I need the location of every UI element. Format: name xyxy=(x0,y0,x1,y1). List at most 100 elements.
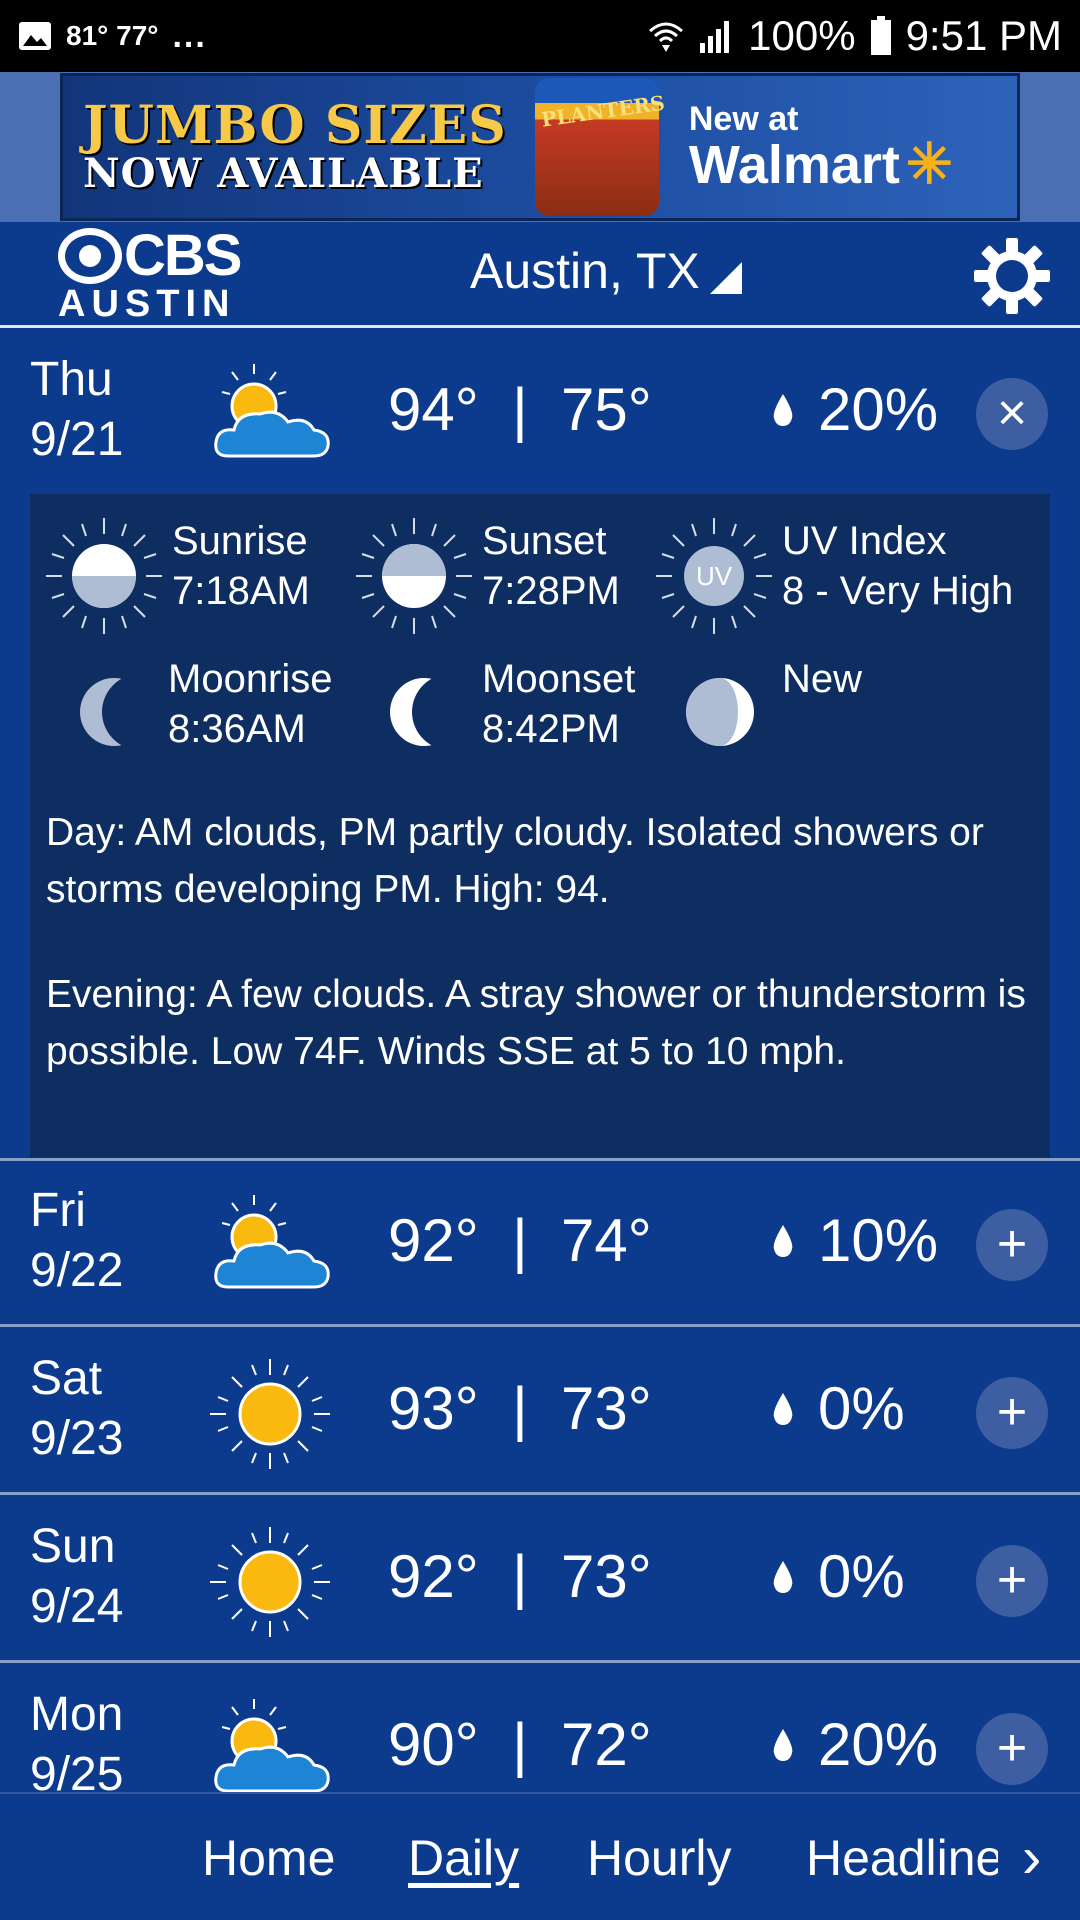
high-temp: 92° xyxy=(388,1207,479,1274)
day-row[interactable]: Thu 9/21 94° | 75° 20% × xyxy=(0,330,1080,494)
precip-chance: 10% xyxy=(818,1207,939,1274)
signal-icon xyxy=(700,21,730,53)
day-date: 9/23 xyxy=(30,1412,124,1465)
partly-cloudy-icon xyxy=(214,364,330,458)
wifi-icon xyxy=(649,22,684,52)
battery-percent: 100% xyxy=(748,12,856,59)
expand-button[interactable]: + xyxy=(976,1209,1048,1281)
moonrise-time: 8:36AM xyxy=(168,707,306,751)
moonset-label: Moonset xyxy=(482,657,636,701)
status-temps: 81° 77° xyxy=(66,20,159,51)
day-label: Sat 9/23 xyxy=(30,1349,123,1469)
high-temp: 93° xyxy=(388,1375,479,1442)
day-date: 9/22 xyxy=(30,1244,124,1297)
sunset-time: 7:28PM xyxy=(482,569,620,613)
day-row[interactable]: Fri 9/22 92° | 74° 10% + xyxy=(0,1161,1080,1327)
ad-headline: JUMBO SIZES xyxy=(83,94,507,156)
day-date: 9/24 xyxy=(30,1580,124,1633)
temperature-range: 92° | 74° xyxy=(388,1205,652,1277)
day-of-week: Sat xyxy=(30,1352,103,1405)
day-label: Mon 9/25 xyxy=(30,1685,123,1805)
precip-chance: 20% xyxy=(818,1711,939,1778)
walmart-spark-icon: ✳ xyxy=(905,132,953,195)
temperature-range: 92° | 73° xyxy=(388,1541,652,1613)
collapse-button[interactable]: × xyxy=(976,378,1048,450)
day-label: Sun 9/24 xyxy=(30,1517,123,1637)
day-forecast-text: Day: AM clouds, PM partly cloudy. Isolat… xyxy=(46,811,984,911)
uv-label: UV Index xyxy=(782,519,947,563)
partly-cloudy-icon xyxy=(214,1195,330,1289)
temperature-range: 93° | 73° xyxy=(388,1373,652,1445)
chevron-right-icon[interactable]: › xyxy=(1022,1824,1041,1891)
nav-home[interactable]: Home xyxy=(202,1828,335,1888)
expand-button[interactable]: + xyxy=(976,1713,1048,1785)
moonrise-icon xyxy=(80,674,164,750)
app-header: CBS AUSTIN Austin, TX xyxy=(0,222,1080,328)
uv-index-icon: UV xyxy=(656,518,772,634)
moon-phase-icon xyxy=(686,678,754,746)
expand-button[interactable]: + xyxy=(976,1545,1048,1617)
sunrise-label: Sunrise xyxy=(172,519,308,563)
temperature-range: 90° | 72° xyxy=(388,1709,652,1781)
precip-chance: 0% xyxy=(818,1543,905,1610)
day-row[interactable]: Sat 9/23 93° | 73° 0% + xyxy=(0,1329,1080,1495)
peanut-can-image: PLANTERS xyxy=(534,78,666,216)
day-of-week: Fri xyxy=(30,1184,86,1237)
raindrop-icon xyxy=(773,1393,793,1425)
sunset-label: Sunset xyxy=(482,519,607,563)
status-more: ... xyxy=(172,16,207,55)
moonrise-label: Moonrise xyxy=(168,657,333,701)
bottom-nav: Home Daily Hourly Headlines › xyxy=(0,1792,1080,1920)
cbs-eye-icon xyxy=(58,228,122,284)
ad-new-at: New at xyxy=(688,100,799,138)
nav-hourly[interactable]: Hourly xyxy=(587,1828,731,1888)
high-temp: 90° xyxy=(388,1711,479,1778)
day-of-week: Sun xyxy=(30,1520,116,1573)
status-bar: 81° 77° ... 100% 9:51 PM xyxy=(0,0,1080,72)
station-logo[interactable]: CBS AUSTIN xyxy=(58,226,248,324)
low-temp: 72° xyxy=(561,1711,652,1778)
day-date: 9/21 xyxy=(30,413,124,466)
clock: 9:51 PM xyxy=(905,12,1062,59)
ad-store: Walmart xyxy=(688,135,900,195)
uv-value: 8 - Very High xyxy=(782,569,1014,613)
moonset-icon xyxy=(390,674,474,750)
ad-banner[interactable]: JUMBO SIZES NOW AVAILABLE PLANTERS New a… xyxy=(60,73,1020,221)
high-temp: 94° xyxy=(388,376,479,443)
raindrop-icon xyxy=(773,1729,793,1761)
uv-index-info: UV UV Index 8 - Very High xyxy=(654,516,1044,636)
day-of-week: Thu xyxy=(30,353,113,406)
nav-headlines[interactable]: Headlines xyxy=(806,1828,998,1888)
temp-separator: | xyxy=(512,1543,528,1610)
day-label: Thu 9/21 xyxy=(30,350,123,470)
moonrise-info: Moonrise 8:36AM xyxy=(44,654,374,774)
sunrise-icon xyxy=(46,518,162,634)
day-label: Fri 9/22 xyxy=(30,1181,123,1301)
gallery-icon xyxy=(19,22,51,50)
temp-separator: | xyxy=(512,1711,528,1778)
battery-icon xyxy=(870,16,891,55)
temp-separator: | xyxy=(512,376,528,443)
gear-icon[interactable] xyxy=(972,236,1052,316)
sunset-info: Sunset 7:28PM xyxy=(354,516,684,636)
day-row[interactable]: Sun 9/24 92° | 73° 0% + xyxy=(0,1497,1080,1663)
location-selector[interactable]: Austin, TX xyxy=(470,242,742,300)
moonset-info: Moonset 8:42PM xyxy=(354,654,684,774)
raindrop-icon xyxy=(773,1561,793,1593)
ad-banner-area: JUMBO SIZES NOW AVAILABLE PLANTERS New a… xyxy=(0,72,1080,222)
sunrise-time: 7:18AM xyxy=(172,569,310,613)
moon-phase-label: New xyxy=(782,657,863,701)
ad-brand: PLANTERS xyxy=(539,90,666,132)
precip-chance: 20% xyxy=(818,376,939,443)
dropdown-triangle-icon xyxy=(709,262,742,294)
expand-button[interactable]: + xyxy=(976,1377,1048,1449)
nav-daily[interactable]: Daily xyxy=(408,1828,519,1888)
ad-subheadline: NOW AVAILABLE xyxy=(83,150,484,198)
logo-city: AUSTIN xyxy=(58,283,236,325)
sunny-icon xyxy=(210,1359,330,1469)
low-temp: 73° xyxy=(561,1543,652,1610)
low-temp: 73° xyxy=(561,1375,652,1442)
temp-separator: | xyxy=(512,1375,528,1442)
partly-cloudy-icon xyxy=(214,1699,330,1793)
temperature-range: 94° | 75° xyxy=(388,374,652,446)
